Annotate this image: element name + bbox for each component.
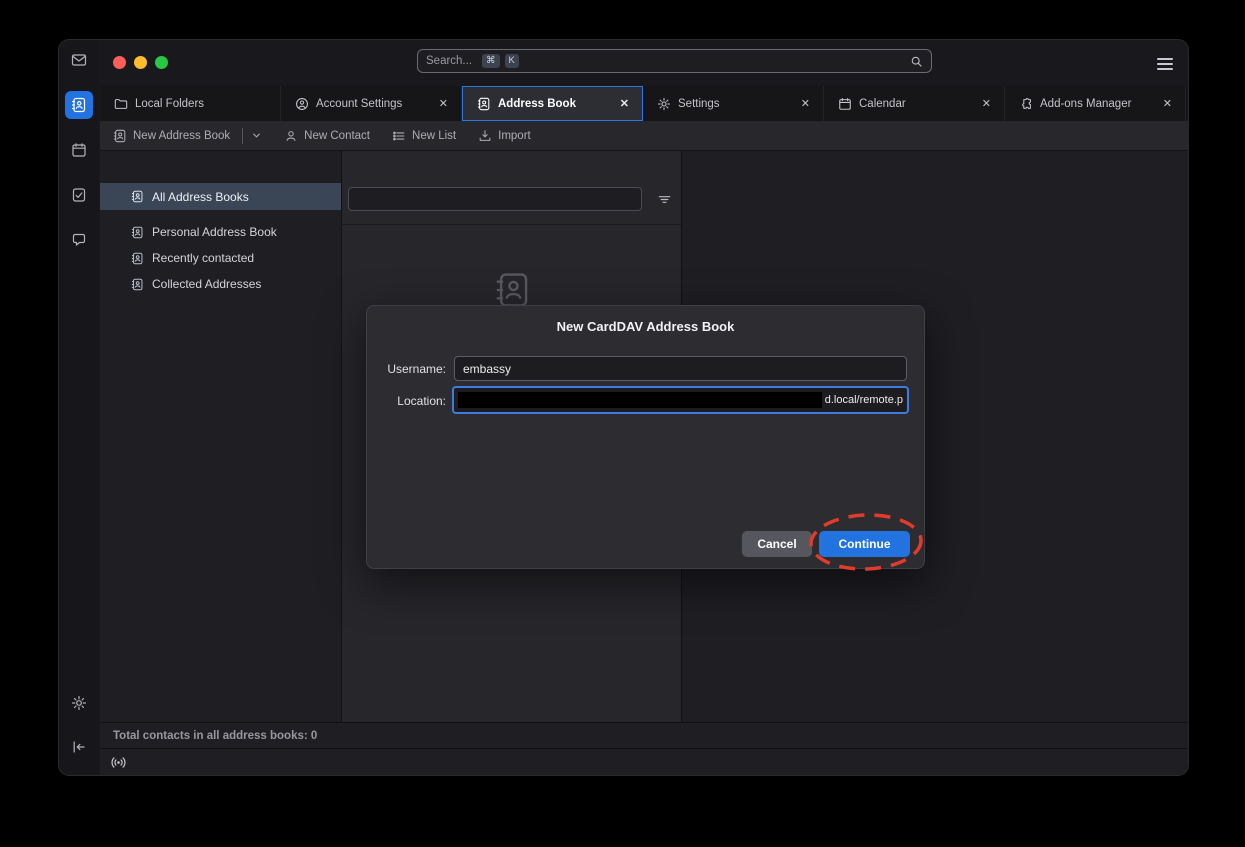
username-label: Username:: [367, 362, 446, 376]
book-row-label: Collected Addresses: [152, 277, 261, 291]
split-button-divider: [242, 128, 243, 144]
list-icon: [392, 129, 406, 143]
tab-account-settings[interactable]: Account Settings ✕: [281, 86, 462, 121]
contacts-search-input[interactable]: [348, 187, 642, 211]
window-controls: [113, 56, 168, 69]
new-list-button[interactable]: New List: [392, 129, 456, 143]
collapse-arrow-icon: [71, 739, 87, 755]
gear-icon: [657, 97, 671, 111]
new-list-label: New List: [412, 130, 456, 142]
address-book-icon: [131, 226, 144, 239]
chat-bubble-icon: [71, 232, 87, 248]
envelope-icon: [71, 52, 87, 68]
tab-strip: Local Folders Account Settings ✕ Address…: [100, 86, 1188, 121]
import-button[interactable]: Import: [478, 129, 531, 143]
chat-space-button[interactable]: [65, 226, 93, 254]
app-menu-button[interactable]: [1157, 58, 1173, 73]
book-row-all-address-books[interactable]: All Address Books: [100, 183, 341, 210]
hamburger-icon: [1157, 58, 1173, 60]
tab-addons-manager[interactable]: Add-ons Manager ✕: [1005, 86, 1186, 121]
address-book-placeholder-icon: [494, 271, 532, 309]
import-label: Import: [498, 130, 531, 142]
total-contacts-label: Total contacts in all address books: 0: [113, 730, 317, 742]
calendar-icon: [71, 142, 87, 158]
tab-close-icon[interactable]: ✕: [797, 96, 814, 111]
search-placeholder: Search...: [426, 55, 472, 67]
address-book-icon: [71, 97, 87, 113]
mail-space-button[interactable]: [65, 46, 93, 74]
person-icon: [284, 129, 298, 143]
tab-label: Add-ons Manager: [1040, 98, 1152, 110]
close-window-button[interactable]: [113, 56, 126, 69]
status-bar: Total contacts in all address books: 0: [100, 722, 1188, 748]
tab-local-folders[interactable]: Local Folders: [100, 86, 281, 121]
tasks-space-button[interactable]: [65, 181, 93, 209]
location-input[interactable]: d.local/remote.p: [452, 386, 909, 414]
list-display-options-icon[interactable]: [657, 192, 672, 207]
book-row-collected-addresses[interactable]: Collected Addresses: [100, 271, 341, 297]
book-row-label: Recently contacted: [152, 251, 254, 265]
tab-close-icon[interactable]: ✕: [616, 96, 633, 111]
continue-button[interactable]: Continue: [819, 531, 910, 557]
book-row-recently-contacted[interactable]: Recently contacted: [100, 245, 341, 271]
tab-calendar[interactable]: Calendar ✕: [824, 86, 1005, 121]
address-book-icon: [131, 190, 144, 203]
dialog-title: New CardDAV Address Book: [367, 319, 924, 334]
tab-label: Local Folders: [135, 98, 271, 110]
book-row-personal[interactable]: Personal Address Book: [100, 219, 341, 245]
tab-label: Account Settings: [316, 98, 428, 110]
books-gap: [100, 210, 341, 219]
address-book-space-button[interactable]: [65, 91, 93, 119]
spaces-toolbar: [59, 40, 99, 775]
address-book-toolbar: New Address Book New Contact New List Im…: [100, 121, 1188, 151]
broadcast-icon[interactable]: [110, 754, 127, 771]
address-book-icon: [131, 278, 144, 291]
calendar-icon: [838, 97, 852, 111]
global-search-bar[interactable]: Search... ⌘ K: [417, 49, 932, 73]
tab-label: Settings: [678, 98, 790, 110]
folder-icon: [114, 97, 128, 111]
new-address-book-button[interactable]: New Address Book: [113, 128, 262, 144]
account-settings-icon: [295, 97, 309, 111]
new-contact-label: New Contact: [304, 130, 370, 142]
username-input[interactable]: [454, 356, 907, 381]
collapse-spaces-button[interactable]: [65, 733, 93, 761]
zoom-window-button[interactable]: [155, 56, 168, 69]
new-carddav-dialog: New CardDAV Address Book Username: Locat…: [366, 305, 925, 569]
tab-close-icon[interactable]: ✕: [978, 96, 995, 111]
search-icon: [910, 55, 923, 68]
tab-label: Calendar: [859, 98, 971, 110]
book-row-label: All Address Books: [152, 190, 249, 204]
cmd-key-chip: ⌘: [482, 54, 500, 68]
chevron-down-icon[interactable]: [251, 130, 262, 141]
tab-close-icon[interactable]: ✕: [435, 96, 452, 111]
minimize-window-button[interactable]: [134, 56, 147, 69]
location-visible-text: d.local/remote.p: [825, 394, 903, 406]
tab-settings[interactable]: Settings ✕: [643, 86, 824, 121]
settings-space-button[interactable]: [65, 689, 93, 717]
gear-icon: [71, 695, 87, 711]
redaction-bar: [458, 392, 822, 408]
new-contact-button[interactable]: New Contact: [284, 129, 370, 143]
import-icon: [478, 129, 492, 143]
contacts-list-header: [342, 151, 681, 225]
tab-label: Address Book: [498, 98, 609, 110]
tab-close-icon[interactable]: ✕: [1159, 96, 1176, 111]
address-book-icon: [131, 252, 144, 265]
tab-address-book[interactable]: Address Book ✕: [462, 86, 643, 121]
puzzle-icon: [1019, 97, 1033, 111]
tasks-icon: [71, 187, 87, 203]
k-key-chip: K: [505, 54, 519, 68]
address-book-icon: [477, 97, 491, 111]
cancel-button[interactable]: Cancel: [742, 531, 812, 557]
address-book-icon: [113, 129, 127, 143]
book-row-label: Personal Address Book: [152, 225, 277, 239]
bottom-bar: [100, 748, 1188, 775]
address-books-pane: All Address Books Personal Address Book …: [100, 151, 342, 722]
new-address-book-label: New Address Book: [133, 130, 230, 142]
location-label: Location:: [367, 394, 446, 408]
calendar-space-button[interactable]: [65, 136, 93, 164]
app-window: Search... ⌘ K Local Folders Account Sett…: [59, 40, 1188, 775]
